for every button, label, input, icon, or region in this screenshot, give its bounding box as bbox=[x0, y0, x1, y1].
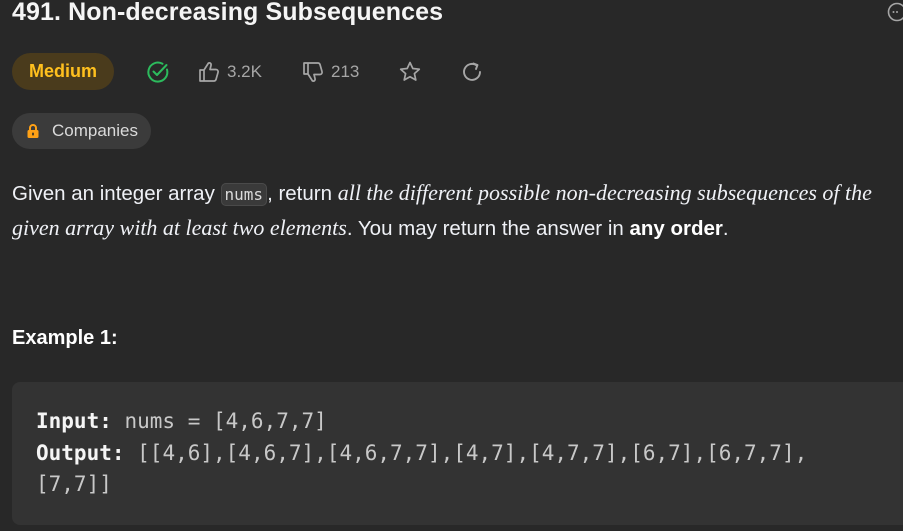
code-nums: nums bbox=[220, 183, 268, 206]
companies-button[interactable]: Companies bbox=[12, 113, 151, 149]
problem-description: Given an integer array nums, return all … bbox=[12, 176, 902, 245]
input-value: nums = [4,6,7,7] bbox=[111, 409, 327, 433]
desc-text-1: Given an integer array bbox=[12, 182, 221, 205]
problem-title: 491. Non-decreasing Subsequences bbox=[12, 0, 444, 26]
example-input-line: Input: nums = [4,6,7,7] bbox=[36, 406, 888, 438]
lock-icon bbox=[27, 124, 39, 138]
desc-bold: any order bbox=[629, 217, 723, 240]
desc-text-3: . You may return the answer in bbox=[346, 217, 630, 240]
desc-text-2: , return bbox=[267, 182, 338, 205]
output-value-1: [[4,6],[4,6,7],[4,6,7,7],[4,7],[4,7,7],[… bbox=[124, 440, 808, 465]
problem-meta-row: Medium 3.2K 213 bbox=[12, 53, 485, 90]
example-block: Input: nums = [4,6,7,7] Output: [[4,6],[… bbox=[12, 382, 903, 525]
dislike-count: 213 bbox=[330, 61, 360, 81]
example-output-line-2: [7,7]] bbox=[36, 469, 888, 501]
thumbs-up-icon bbox=[199, 61, 219, 82]
share-icon[interactable] bbox=[459, 59, 485, 85]
thumbs-down-icon bbox=[303, 61, 323, 82]
output-value-2: [7,7]] bbox=[36, 472, 112, 496]
solved-check-icon bbox=[147, 61, 169, 83]
desc-text-4: . bbox=[722, 217, 729, 240]
example-output-line: Output: [[4,6],[4,6,7],[4,6,7,7],[4,7],[… bbox=[36, 438, 888, 470]
star-icon[interactable] bbox=[397, 59, 423, 85]
like-button[interactable]: 3.2K bbox=[196, 59, 262, 85]
output-label: Output: bbox=[36, 440, 125, 465]
corner-icon[interactable] bbox=[886, 1, 903, 23]
input-label: Input: bbox=[36, 409, 112, 433]
like-count: 3.2K bbox=[227, 61, 262, 81]
companies-label: Companies bbox=[52, 121, 138, 140]
dislike-button[interactable]: 213 bbox=[300, 59, 359, 85]
difficulty-badge: Medium bbox=[12, 53, 114, 90]
example-title: Example 1: bbox=[12, 327, 118, 349]
